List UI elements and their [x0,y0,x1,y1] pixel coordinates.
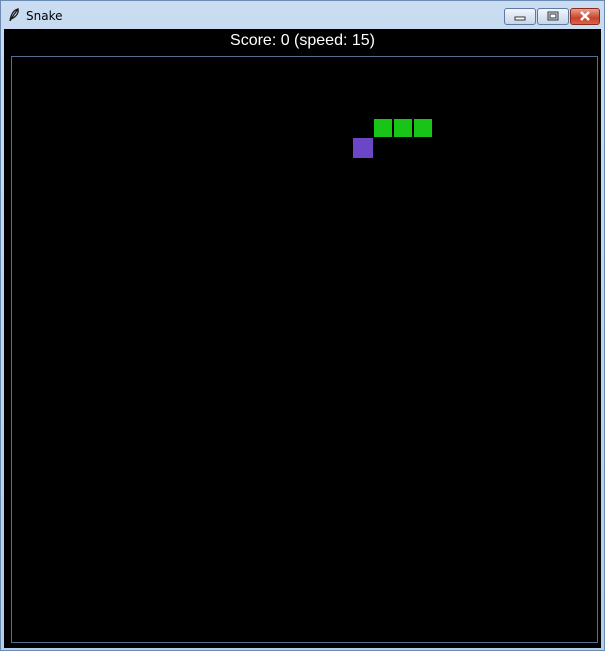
game-window: Snake Score: 0 (speed: 15) [0,0,605,651]
minimize-icon [514,16,526,21]
score-label: Score: 0 (speed: 15) [230,32,375,49]
snake-segment [414,119,432,137]
food-pellet [353,138,373,158]
title-bar[interactable]: Snake [1,1,604,29]
game-canvas[interactable]: Score: 0 (speed: 15) [4,29,601,648]
window-title: Snake [26,9,63,23]
minimize-button[interactable] [504,8,536,25]
game-board [11,56,598,643]
feather-icon [9,8,19,22]
close-icon [580,11,590,21]
maximize-icon [547,11,559,21]
snake-segment [374,119,392,137]
maximize-button[interactable] [537,8,569,25]
close-button[interactable] [570,8,600,25]
snake-segment [394,119,412,137]
